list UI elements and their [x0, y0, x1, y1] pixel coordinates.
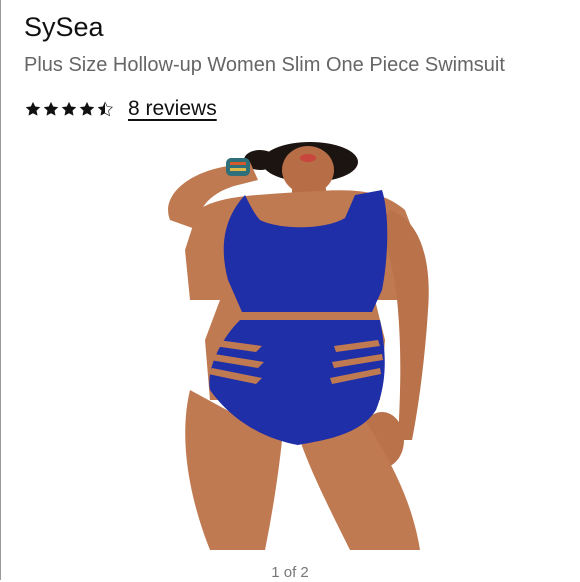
star-icon	[43, 101, 59, 116]
rating-row: 8 reviews	[24, 94, 217, 124]
image-pager: 1 of 2	[271, 564, 309, 581]
product-photo[interactable]	[150, 140, 440, 558]
star-rating	[24, 100, 114, 118]
reviews-link[interactable]: 8 reviews	[128, 97, 217, 121]
star-icon	[25, 101, 41, 116]
left-border	[0, 0, 1, 580]
product-page: SySea Plus Size Hollow-up Women Slim One…	[0, 0, 580, 581]
product-title: Plus Size Hollow-up Women Slim One Piece…	[24, 54, 505, 76]
star-icon	[79, 101, 95, 116]
swimsuit-model-image	[168, 142, 429, 550]
brand-link[interactable]: SySea	[24, 10, 104, 44]
star-icon	[61, 101, 77, 116]
half-star-icon	[97, 101, 113, 117]
